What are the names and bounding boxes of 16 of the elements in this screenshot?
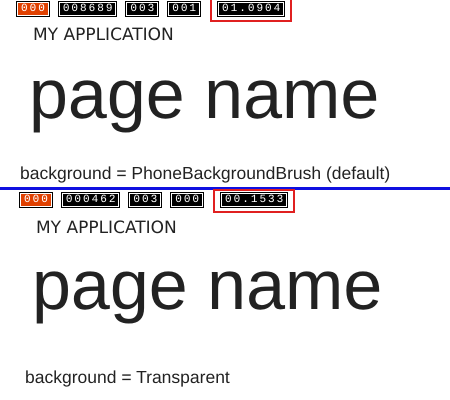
frame-counter: 003 xyxy=(126,2,158,16)
frame-counter: 01.0904 xyxy=(218,2,284,16)
frame-counter: 008689 xyxy=(58,2,116,16)
frame-counter: 000 xyxy=(171,193,204,207)
caption: background = Transparent xyxy=(25,366,230,388)
frame-counter: 000 xyxy=(17,2,49,16)
page-title: page name xyxy=(32,245,382,326)
frame-counter: 003 xyxy=(129,193,162,207)
frame-counter: 001 xyxy=(168,2,200,16)
page-title: page name xyxy=(29,54,380,135)
frame-counter: 000462 xyxy=(62,193,120,207)
caption: background = PhoneBackgroundBrush (default) xyxy=(20,162,390,184)
app-title: MY APPLICATION xyxy=(36,217,177,239)
app-title: MY APPLICATION xyxy=(33,24,174,46)
frame-counter: 00.1533 xyxy=(221,193,288,207)
frame-counter: 000 xyxy=(20,193,52,207)
